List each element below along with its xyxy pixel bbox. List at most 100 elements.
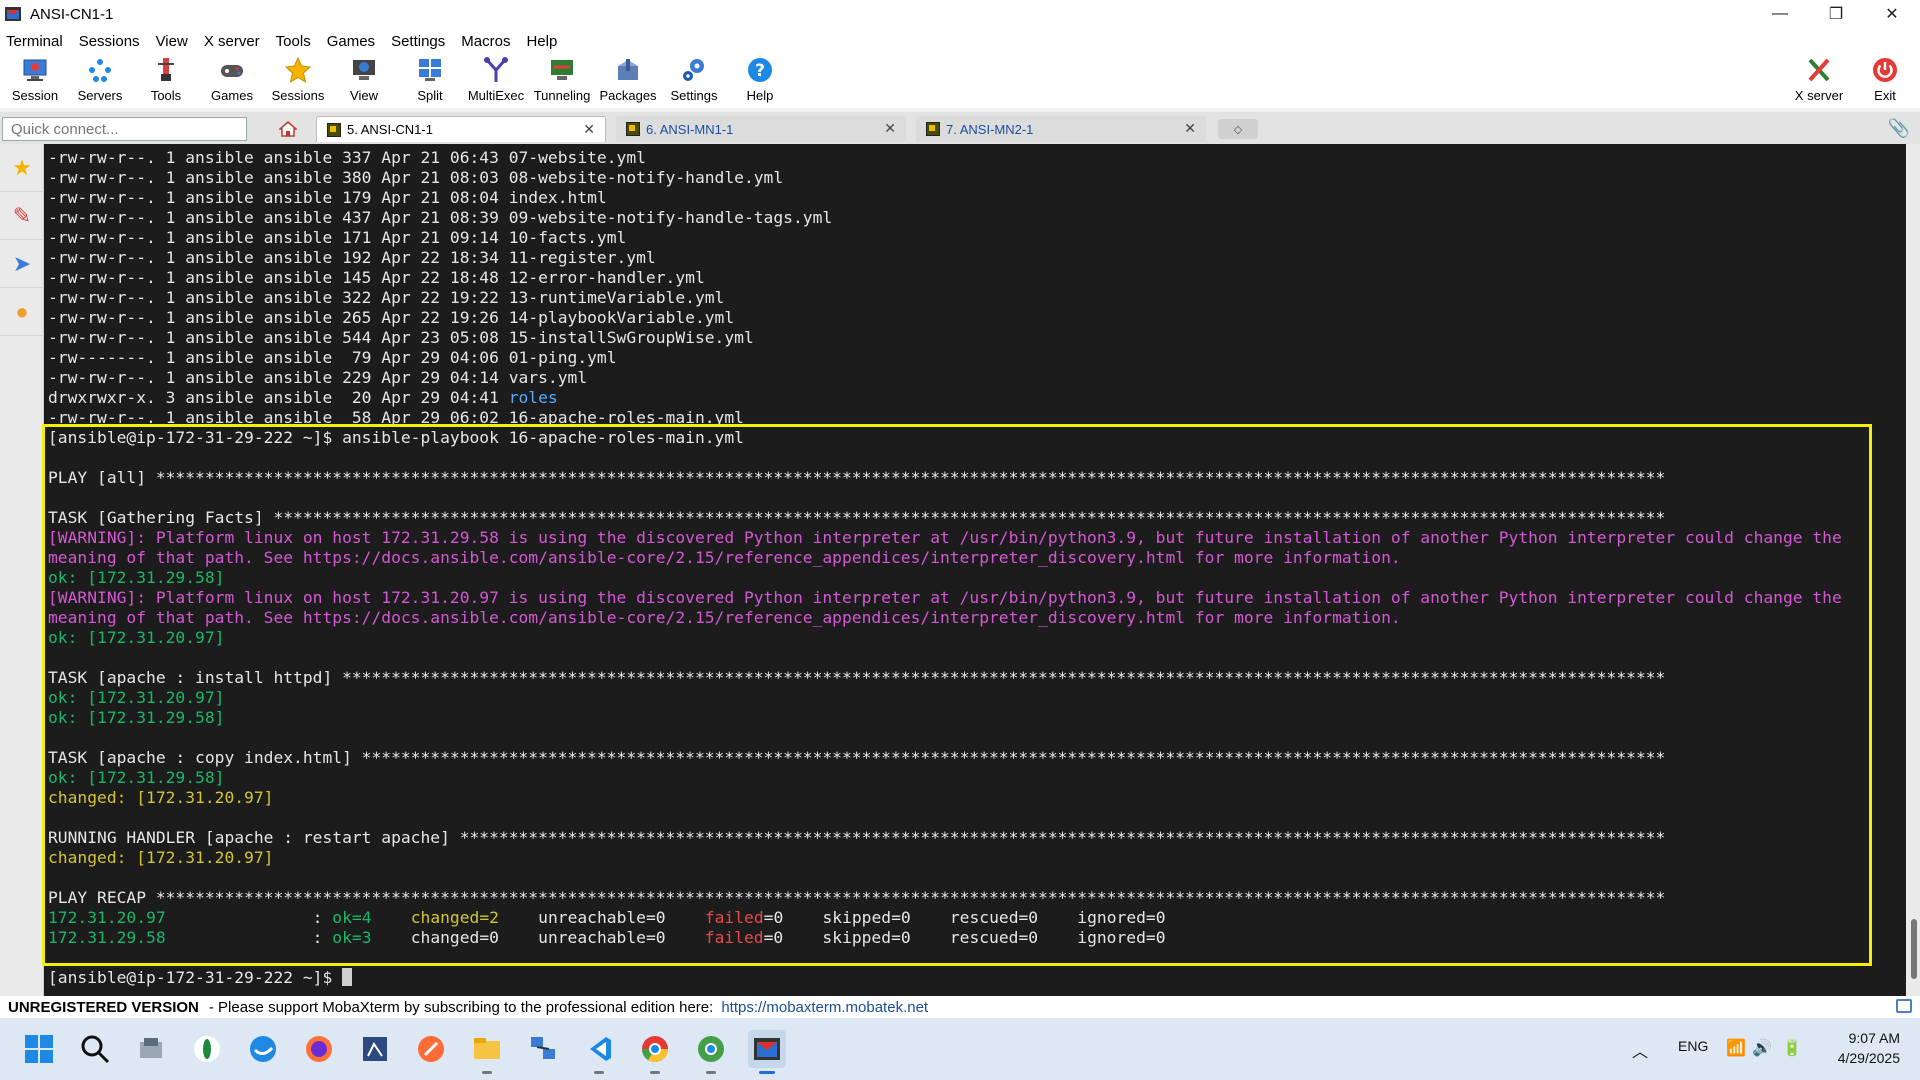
exit-button[interactable]: Exit (1852, 56, 1918, 106)
menu-macros[interactable]: Macros (461, 33, 510, 50)
terminal-text: : (165, 928, 333, 947)
terminal-cursor (342, 968, 353, 986)
star-icon (284, 56, 312, 84)
servers-icon (89, 59, 111, 82)
tab-ansi-mn1-1[interactable]: 6. ANSI-MN1-1 ✕ (616, 116, 906, 142)
close-tab-icon[interactable]: ✕ (1184, 120, 1196, 137)
bookmark-app-icon[interactable] (356, 1030, 394, 1068)
new-tab-button[interactable]: ◇ (1218, 119, 1258, 139)
menu-terminal[interactable]: Terminal (6, 33, 63, 50)
quick-connect-input[interactable] (2, 117, 247, 141)
restore-button[interactable]: ❐ (1808, 0, 1864, 28)
terminal-text: ok: [172.31.29.58] (48, 768, 225, 787)
sidebar-sftp-icon[interactable]: ● (0, 288, 44, 336)
active-indicator (759, 1071, 775, 1074)
battery-icon[interactable]: 🔋 (1782, 1038, 1802, 1058)
toolbar-settings-button[interactable]: Settings (661, 56, 727, 106)
menu-help[interactable]: Help (526, 33, 557, 50)
close-tab-icon[interactable]: ✕ (583, 121, 595, 138)
menu-bar: Terminal Sessions View X server Tools Ga… (0, 28, 1920, 54)
terminal-text: -rw-rw-r--. 1 ansible ansible 380 Apr 21… (48, 168, 784, 187)
menu-view[interactable]: View (156, 33, 188, 50)
sidebar-tools-icon[interactable]: ✎ (0, 192, 44, 240)
vscode-icon[interactable] (580, 1030, 618, 1074)
search-icon[interactable] (76, 1030, 114, 1068)
terminal-line: [WARNING]: Platform linux on host 172.31… (48, 528, 1842, 548)
language-indicator[interactable]: ENG (1678, 1038, 1708, 1054)
close-tab-icon[interactable]: ✕ (884, 120, 896, 137)
side-panel: ★ ✎ ➤ ● (0, 144, 44, 996)
terminal-scrollbar[interactable] (1906, 144, 1920, 996)
terminal-text: -rw-rw-r--. 1 ansible ansible 437 Apr 21… (48, 208, 833, 227)
tab-label: 6. ANSI-MN1-1 (646, 121, 734, 137)
terminal-text: =0 skipped=0 rescued=0 ignored=0 (763, 928, 1166, 947)
firefox-icon[interactable] (300, 1030, 338, 1068)
toolbar-tunneling-button[interactable]: Tunneling (529, 56, 595, 106)
volume-icon[interactable]: 🔊 (1752, 1038, 1772, 1058)
terminal-text: -rw-rw-r--. 1 ansible ansible 179 Apr 21… (48, 188, 607, 207)
menu-sessions[interactable]: Sessions (79, 33, 140, 50)
terminal-area[interactable]: -rw-rw-r--. 1 ansible ansible 337 Apr 21… (44, 144, 1906, 996)
terminal-text: changed=2 (410, 908, 499, 927)
postman-icon[interactable] (412, 1030, 450, 1068)
menu-settings[interactable]: Settings (391, 33, 445, 50)
network-app-icon[interactable] (524, 1030, 562, 1068)
toolbar-sessions-button[interactable]: Sessions (265, 56, 331, 106)
menu-tools[interactable]: Tools (276, 33, 311, 50)
sidebar-sessions-star-icon[interactable]: ★ (0, 144, 44, 192)
monitor-icon[interactable] (1896, 999, 1912, 1013)
terminal-text: TASK [apache : copy index.html] ********… (48, 748, 1666, 767)
multiexec-icon (484, 57, 508, 82)
docker-icon[interactable] (244, 1030, 282, 1068)
packages-icon (618, 59, 638, 80)
toolbar-games-button[interactable]: Games (199, 56, 265, 106)
terminal-text: -rw-rw-r--. 1 ansible ansible 145 Apr 22… (48, 268, 705, 287)
xserver-button[interactable]: X server (1786, 56, 1852, 106)
chrome-icon[interactable] (636, 1030, 674, 1074)
toolbar-session-button[interactable]: Session (2, 56, 68, 106)
view-icon (353, 60, 375, 80)
mobaxterm-taskbar-icon[interactable] (748, 1030, 786, 1074)
chrome-profile-icon[interactable] (692, 1030, 730, 1074)
windows-start-icon[interactable] (20, 1030, 58, 1068)
toolbar-view-button[interactable]: View (331, 56, 397, 106)
file-explorer-icon[interactable] (468, 1030, 506, 1074)
tray-chevron-up-icon[interactable]: ︿ (1632, 1038, 1648, 1062)
file-transfer-icon[interactable] (132, 1030, 170, 1068)
scrollbar-thumb[interactable] (1911, 919, 1917, 979)
terminal-line: ok: [172.31.29.58] (48, 708, 1842, 728)
terminal-text: unreachable=0 (498, 908, 705, 927)
paperclip-icon[interactable]: 📎 (1888, 118, 1910, 139)
minimize-button[interactable]: — (1752, 0, 1808, 28)
terminal-text: ok: [172.31.29.58] (48, 708, 225, 727)
menu-xserver[interactable]: X server (204, 33, 260, 50)
clock[interactable]: 9:07 AM 4/29/2025 (1838, 1028, 1900, 1068)
terminal-line: TASK [apache : copy index.html] ********… (48, 748, 1842, 768)
toolbar-multiexec-button[interactable]: MultiExec (463, 56, 529, 106)
terminal-line: -rw-rw-r--. 1 ansible ansible 380 Apr 21… (48, 168, 1842, 188)
toolbar-split-button[interactable]: Split (397, 56, 463, 106)
terminal-text: ok: [172.31.20.97] (48, 628, 225, 647)
toolbar-packages-button[interactable]: Packages (595, 56, 661, 106)
close-button[interactable]: ✕ (1864, 0, 1920, 28)
sidebar-macros-icon[interactable]: ➤ (0, 240, 44, 288)
menu-games[interactable]: Games (327, 33, 375, 50)
mobaxterm-link[interactable]: https://mobaxterm.mobatek.net (721, 999, 928, 1016)
home-tab[interactable] (268, 116, 308, 142)
toolbar-help-button[interactable]: ? Help (727, 56, 793, 106)
terminal-text: -rw-rw-r--. 1 ansible ansible 192 Apr 22… (48, 248, 656, 267)
greenleaf-app-icon[interactable] (188, 1030, 226, 1068)
terminal-line: -rw-rw-r--. 1 ansible ansible 145 Apr 22… (48, 268, 1842, 288)
toolbar-tools-button[interactable]: Tools (133, 56, 199, 106)
toolbar-servers-button[interactable]: Servers (67, 56, 133, 106)
wifi-icon[interactable]: 📶 (1726, 1038, 1746, 1058)
terminal-text: meaning of that path. See https://docs.a… (48, 608, 1401, 627)
tab-label: 5. ANSI-CN1-1 (347, 122, 433, 137)
games-icon (221, 65, 243, 77)
tab-ansi-cn1-1[interactable]: 5. ANSI-CN1-1 ✕ (316, 116, 606, 142)
tab-ansi-mn2-1[interactable]: 7. ANSI-MN2-1 ✕ (916, 116, 1206, 142)
